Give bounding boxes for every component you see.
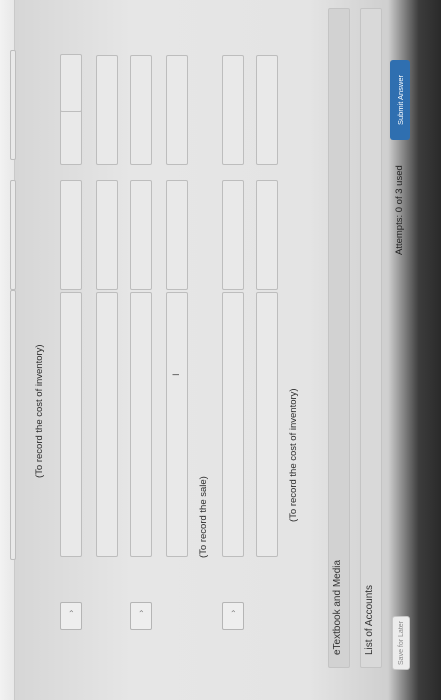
row1-debit-field-partial[interactable] [10, 180, 16, 290]
screen-photo: (To record the cost of inventory) › › I … [0, 0, 441, 700]
chevron-down-icon: › [136, 610, 146, 613]
save-for-later-button[interactable]: Save for Later [392, 616, 410, 670]
chevron-down-icon: › [66, 610, 76, 613]
sale-label: (To record the sale) [198, 476, 209, 558]
row6-account-dropdown[interactable]: › [222, 602, 244, 630]
row7-credit-field[interactable] [256, 55, 278, 165]
row2-debit-field[interactable] [60, 180, 82, 290]
row6-debit-field[interactable] [222, 180, 244, 290]
row1-credit-field-partial[interactable] [10, 50, 16, 160]
row4-credit-field[interactable] [130, 55, 152, 165]
submit-answer-button[interactable]: Submit Answer [390, 60, 410, 140]
row4-account-field[interactable] [130, 292, 152, 557]
cost-of-inventory-label-1: (To record the cost of inventory) [34, 344, 45, 478]
etextbook-link[interactable]: eTextbook and Media [332, 560, 343, 655]
row5-credit-field[interactable] [166, 55, 188, 165]
list-of-accounts-bar[interactable] [360, 8, 382, 668]
cost-of-inventory-label-2: (To record the cost of inventory) [288, 388, 299, 522]
row2-account-field[interactable] [60, 292, 82, 557]
i-beam-cursor-icon: I [172, 373, 182, 376]
row7-account-field[interactable] [256, 292, 278, 557]
row4-debit-field[interactable] [130, 180, 152, 290]
row3-credit-field[interactable] [96, 55, 118, 165]
row3-account-field[interactable] [96, 292, 118, 557]
row6-account-field[interactable] [222, 292, 244, 557]
list-of-accounts-link[interactable]: List of Accounts [364, 585, 375, 655]
row5-debit-field[interactable] [166, 180, 188, 290]
row7-debit-field[interactable] [256, 180, 278, 290]
row2-credit-field-right[interactable] [60, 54, 82, 112]
chevron-down-icon: › [228, 610, 238, 613]
row6-credit-field[interactable] [222, 55, 244, 165]
row4-account-dropdown[interactable]: › [130, 602, 152, 630]
row3-debit-field[interactable] [96, 180, 118, 290]
row2-account-dropdown[interactable]: › [60, 602, 82, 630]
attempts-counter: Attempts: 0 of 3 used [394, 165, 405, 255]
row1-account-field-partial[interactable] [10, 290, 16, 560]
row5-account-field[interactable] [166, 292, 188, 557]
journal-entry-form: (To record the cost of inventory) › › I … [0, 0, 441, 700]
